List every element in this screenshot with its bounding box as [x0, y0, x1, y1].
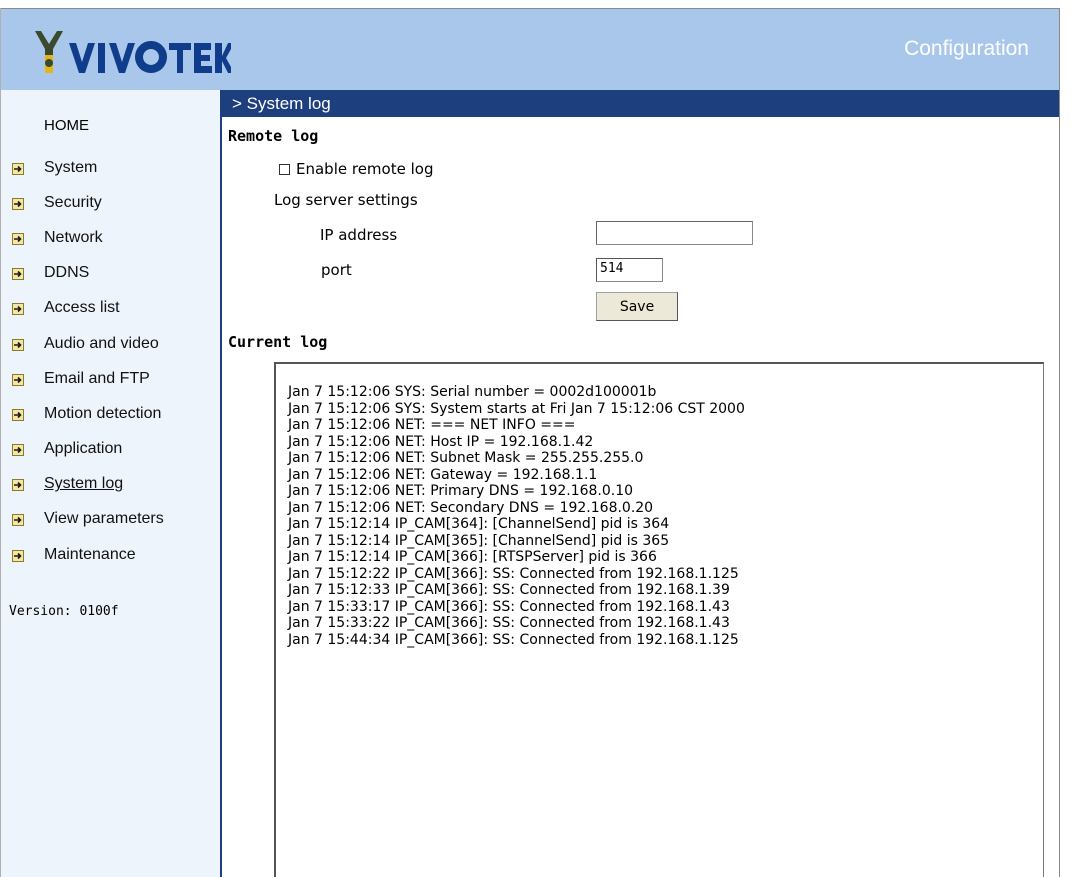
arrow-right-icon — [12, 232, 24, 245]
remote-log-heading: Remote log — [228, 127, 319, 145]
log-line: Jan 7 15:12:14 IP_CAM[365]: [ChannelSend… — [288, 532, 670, 549]
sidebar-item-label: System log — [44, 475, 124, 493]
sidebar-item-label: Security — [44, 193, 102, 211]
log-line: Jan 7 15:12:14 IP_CAM[366]: [RTSPServer]… — [288, 549, 657, 565]
arrow-right-icon — [12, 479, 24, 492]
header-bar: Configuration — [1, 9, 1059, 90]
enable-remote-log-label[interactable]: Enable remote log — [296, 160, 433, 178]
port-label: port — [321, 261, 352, 279]
arrow-right-icon — [12, 444, 24, 457]
save-button[interactable]: Save — [596, 292, 678, 321]
page-mode-title: Configuration — [904, 37, 1029, 60]
log-line: Jan 7 15:44:34 IP_CAM[366]: SS: Connecte… — [288, 631, 739, 648]
log-line: Jan 7 15:12:06 SYS: Serial number = 0002… — [288, 384, 657, 400]
arrow-right-icon — [12, 338, 24, 351]
sidebar-item-motion-detection[interactable]: Motion detection — [12, 396, 164, 431]
ip-address-input[interactable] — [596, 221, 753, 245]
page-title: > System log — [232, 94, 331, 113]
sidebar-item-home[interactable]: HOME — [44, 117, 89, 134]
arrow-right-icon — [12, 373, 24, 386]
sidebar-item-label: Access list — [44, 299, 120, 317]
sidebar-item-label: Network — [44, 228, 103, 246]
sidebar-item-label: DDNS — [44, 264, 90, 282]
top-margin — [0, 0, 1060, 8]
frame-border-right — [1059, 8, 1060, 877]
arrow-right-icon — [12, 303, 24, 316]
vivotek-logo[interactable] — [31, 29, 231, 79]
log-line: Jan 7 15:12:06 NET: Gateway = 192.168.1.… — [288, 466, 598, 483]
arrow-right-icon — [12, 408, 24, 421]
sidebar-item-label: Maintenance — [44, 545, 136, 563]
browser-page: Configuration HOME System Security Netwo… — [0, 0, 1060, 877]
log-line: Jan 7 15:12:06 NET: Secondary DNS = 192.… — [288, 499, 654, 516]
sidebar-divider — [220, 90, 222, 877]
sidebar-item-label: System — [44, 158, 98, 176]
sidebar-item-label: Application — [44, 440, 123, 458]
page-title-bar: > System log — [222, 90, 1059, 117]
sidebar-item-label: Email and FTP — [44, 369, 150, 387]
sidebar-item-system-log[interactable]: System log — [12, 467, 164, 502]
current-log-heading: Current log — [228, 333, 328, 351]
sidebar-item-label: Audio and video — [44, 334, 159, 352]
enable-remote-log-row[interactable]: Enable remote log — [279, 160, 433, 178]
sidebar-item-label: View parameters — [44, 510, 164, 528]
logo-graphic — [35, 31, 231, 73]
sidebar-item-email-and-ftp[interactable]: Email and FTP — [12, 361, 164, 396]
sidebar-item-maintenance[interactable]: Maintenance — [12, 537, 164, 572]
log-line: Jan 7 15:33:17 IP_CAM[366]: SS: Connecte… — [288, 598, 730, 615]
sidebar-menu: System Security Network DDNS Access list… — [12, 150, 164, 572]
log-line: Jan 7 15:12:33 IP_CAM[366]: SS: Connecte… — [288, 582, 730, 598]
arrow-right-icon — [12, 268, 24, 281]
arrow-right-icon — [12, 162, 24, 175]
sidebar-item-security[interactable]: Security — [12, 185, 164, 220]
log-server-settings-label: Log server settings — [274, 191, 418, 209]
port-input[interactable]: 514 — [596, 258, 663, 282]
log-line: Jan 7 15:12:06 NET: Primary DNS = 192.16… — [288, 483, 634, 499]
sidebar-item-access-list[interactable]: Access list — [12, 291, 164, 326]
log-line: Jan 7 15:12:06 SYS: System starts at Fri… — [288, 400, 745, 417]
sidebar-item-audio-and-video[interactable]: Audio and video — [12, 326, 164, 361]
arrow-right-icon — [12, 514, 24, 527]
sidebar-item-system[interactable]: System — [12, 150, 164, 185]
current-log-textarea[interactable]: Jan 7 15:12:06 SYS: Serial number = 0002… — [274, 362, 1044, 877]
arrow-right-icon — [12, 549, 24, 562]
arrow-right-icon — [12, 197, 24, 210]
log-line: Jan 7 15:33:22 IP_CAM[366]: SS: Connecte… — [288, 615, 730, 631]
log-line: Jan 7 15:12:06 NET: Subnet Mask = 255.25… — [288, 450, 644, 466]
log-line: Jan 7 15:12:06 NET: === NET INFO === — [288, 417, 576, 433]
sidebar-item-view-parameters[interactable]: View parameters — [12, 502, 164, 537]
sidebar-item-ddns[interactable]: DDNS — [12, 256, 164, 291]
log-line: Jan 7 15:12:06 NET: Host IP = 192.168.1.… — [288, 433, 594, 450]
ip-address-label: IP address — [320, 226, 398, 244]
log-line: Jan 7 15:12:22 IP_CAM[366]: SS: Connecte… — [288, 565, 739, 582]
log-line: Jan 7 15:12:14 IP_CAM[364]: [ChannelSend… — [288, 516, 670, 532]
sidebar-item-network[interactable]: Network — [12, 220, 164, 255]
sidebar-item-label: Motion detection — [44, 404, 162, 422]
enable-remote-log-checkbox[interactable] — [279, 163, 290, 175]
firmware-version: Version: 0100f — [9, 604, 119, 619]
sidebar-item-application[interactable]: Application — [12, 432, 164, 467]
